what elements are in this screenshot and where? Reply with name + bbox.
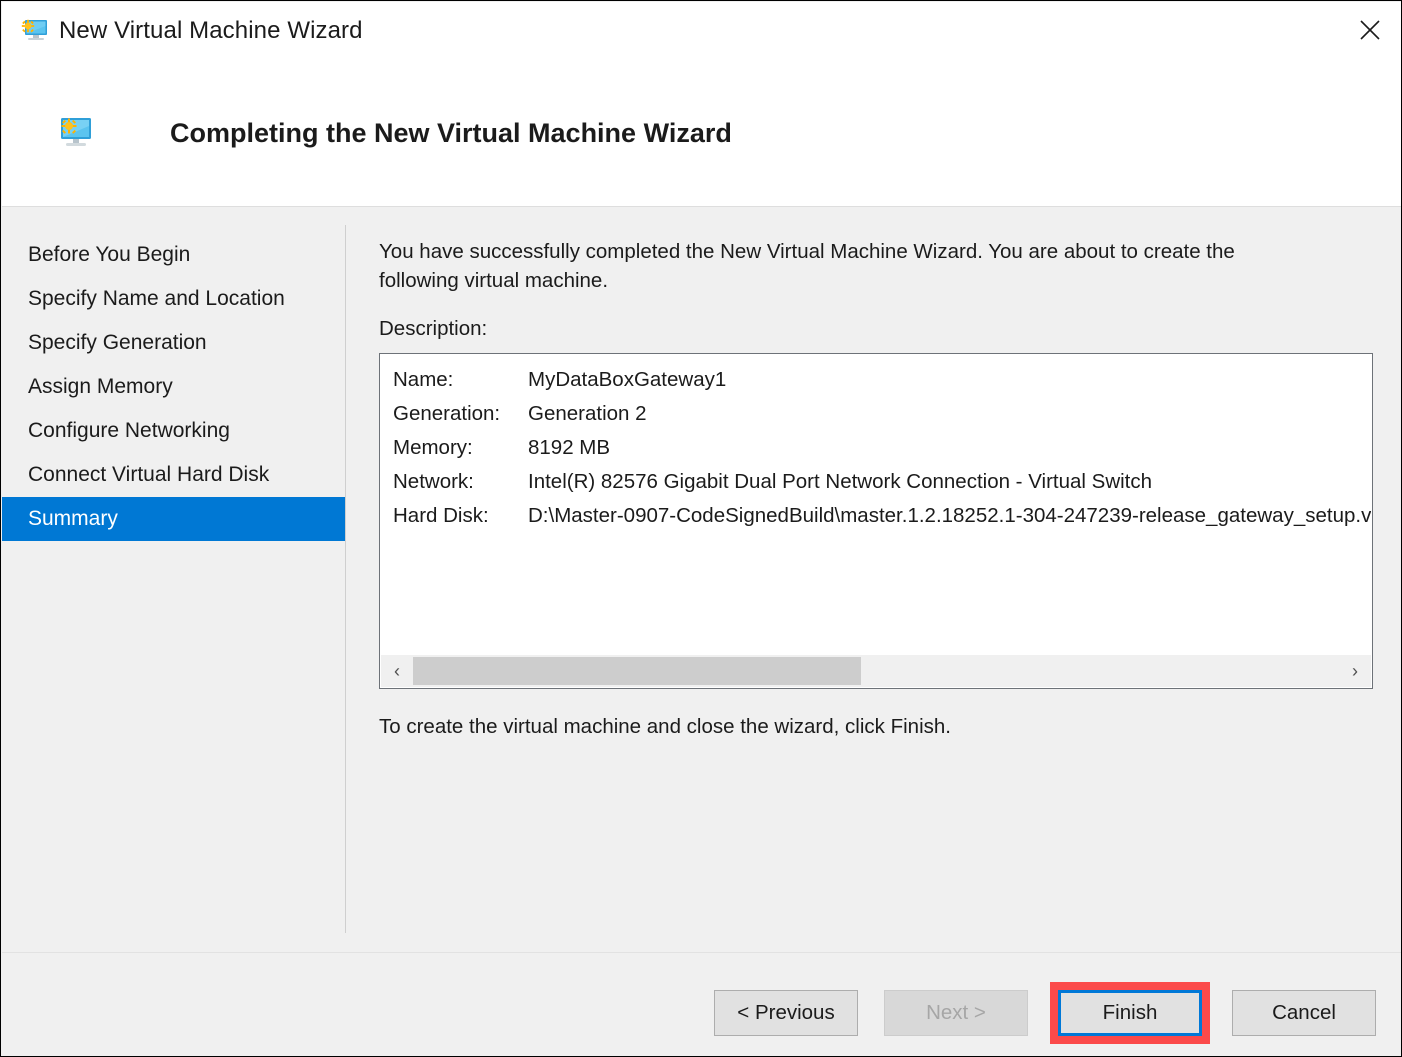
description-box[interactable]: Name: MyDataBoxGateway1 Generation: Gene… (379, 353, 1373, 689)
sidebar-item-before-you-begin[interactable]: Before You Begin (2, 233, 345, 277)
sidebar-item-label: Specify Generation (28, 331, 207, 354)
summary-row: Generation: Generation 2 (393, 397, 1371, 431)
page-title: Completing the New Virtual Machine Wizar… (170, 117, 732, 148)
finish-button-highlight: Finish (1050, 982, 1210, 1044)
horizontal-scrollbar[interactable]: ‹ › (381, 655, 1371, 687)
summary-key: Memory: (393, 436, 473, 459)
sidebar-item-summary[interactable]: Summary (2, 497, 345, 541)
scrollbar-track[interactable] (413, 655, 1339, 687)
summary-rows: Name: MyDataBoxGateway1 Generation: Gene… (393, 363, 1371, 533)
wizard-body: Before You Begin Specify Name and Locati… (2, 207, 1401, 952)
summary-value: D:\Master-0907-CodeSignedBuild\master.1.… (528, 504, 1371, 527)
cancel-button[interactable]: Cancel (1232, 990, 1376, 1036)
button-row: < Previous Next > Finish Cancel (714, 982, 1376, 1044)
next-button: Next > (884, 990, 1028, 1036)
sidebar-item-connect-virtual-hard-disk[interactable]: Connect Virtual Hard Disk (2, 453, 345, 497)
sidebar-item-specify-generation[interactable]: Specify Generation (2, 321, 345, 365)
description-label: Description: (379, 317, 488, 340)
sidebar-item-configure-networking[interactable]: Configure Networking (2, 409, 345, 453)
finish-button[interactable]: Finish (1058, 990, 1202, 1036)
title-bar: New Virtual Machine Wizard (2, 2, 1401, 60)
sidebar-item-specify-name-and-location[interactable]: Specify Name and Location (2, 277, 345, 321)
summary-key: Network: (393, 470, 474, 493)
sidebar-item-assign-memory[interactable]: Assign Memory (2, 365, 345, 409)
sidebar-item-label: Before You Begin (28, 243, 191, 266)
intro-text: You have successfully completed the New … (379, 240, 1235, 292)
pane-divider (345, 225, 346, 933)
sidebar-item-label: Connect Virtual Hard Disk (28, 463, 270, 486)
summary-value: Generation 2 (528, 402, 647, 425)
wizard-footer: < Previous Next > Finish Cancel (2, 953, 1401, 1056)
summary-key: Name: (393, 368, 454, 391)
wizard-header: Completing the New Virtual Machine Wizar… (2, 60, 1401, 207)
wizard-step-list: Before You Begin Specify Name and Locati… (2, 233, 345, 541)
window-title: New Virtual Machine Wizard (59, 17, 363, 44)
sidebar-item-label: Configure Networking (28, 419, 230, 442)
sidebar-item-label: Assign Memory (28, 375, 173, 398)
summary-row: Memory: 8192 MB (393, 431, 1371, 465)
summary-row: Hard Disk: D:\Master-0907-CodeSignedBuil… (393, 499, 1371, 533)
summary-value: Intel(R) 82576 Gigabit Dual Port Network… (528, 470, 1153, 493)
scroll-left-icon[interactable]: ‹ (381, 655, 413, 687)
summary-key: Hard Disk: (393, 504, 489, 527)
close-icon[interactable] (1338, 2, 1401, 58)
virtual-machine-monitor-icon (56, 113, 96, 153)
summary-pane: You have successfully completed the New … (379, 237, 1375, 739)
scroll-right-icon[interactable]: › (1339, 655, 1371, 687)
summary-value: MyDataBoxGateway1 (528, 368, 727, 391)
scrollbar-thumb[interactable] (413, 657, 861, 685)
sidebar-item-label: Summary (28, 507, 118, 530)
previous-button[interactable]: < Previous (714, 990, 858, 1036)
outro-text: To create the virtual machine and close … (379, 715, 951, 738)
new-virtual-machine-wizard-window: New Virtual Machine Wizard Completing th… (0, 0, 1402, 1057)
summary-value: 8192 MB (528, 436, 611, 459)
sidebar-item-label: Specify Name and Location (28, 287, 285, 310)
virtual-machine-monitor-icon (19, 16, 49, 46)
summary-row: Network: Intel(R) 82576 Gigabit Dual Por… (393, 465, 1371, 499)
summary-key: Generation: (393, 402, 501, 425)
summary-row: Name: MyDataBoxGateway1 (393, 363, 1371, 397)
